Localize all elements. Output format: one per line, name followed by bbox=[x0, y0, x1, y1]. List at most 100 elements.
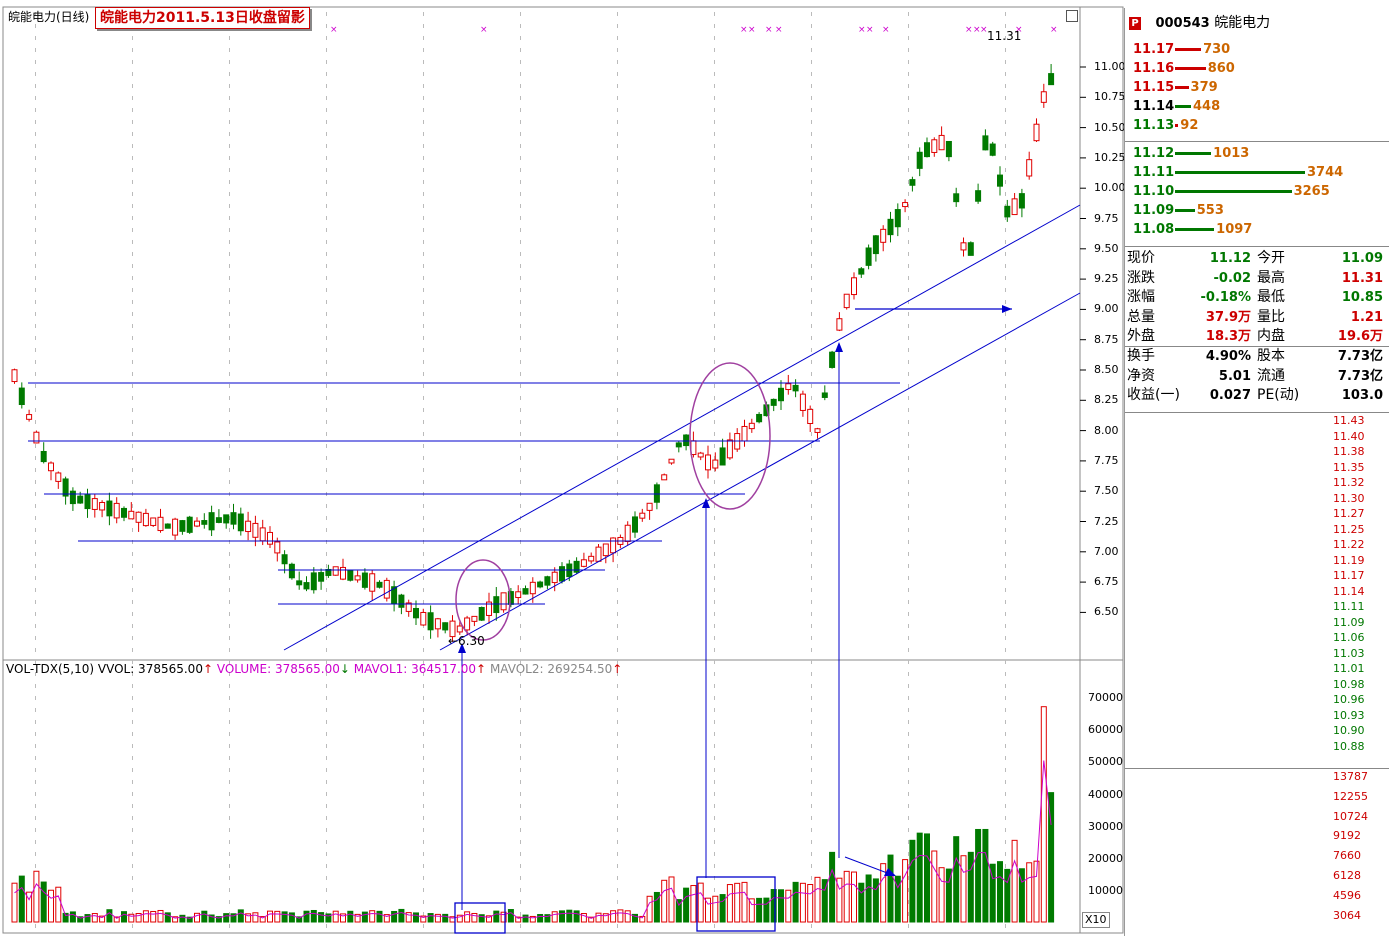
grid-dot bbox=[811, 48, 812, 52]
grid-dot bbox=[423, 744, 424, 748]
grid-dot bbox=[35, 228, 36, 232]
grid-dot bbox=[617, 852, 618, 856]
grid-dot bbox=[132, 372, 133, 376]
candle bbox=[223, 514, 230, 524]
grid-dot bbox=[714, 336, 715, 340]
grid-dot bbox=[423, 228, 424, 232]
grid-dot bbox=[617, 504, 618, 508]
grid-dot bbox=[229, 888, 230, 892]
grid-dot bbox=[908, 216, 909, 220]
grid-dot bbox=[132, 780, 133, 784]
volume-bar bbox=[799, 882, 806, 923]
grid-dot bbox=[1005, 240, 1006, 244]
quote-value: 11.31 bbox=[1341, 270, 1383, 286]
grid-dot bbox=[520, 888, 521, 892]
volume-bar bbox=[697, 882, 704, 923]
quote-value: -0.18% bbox=[1200, 290, 1252, 306]
candle bbox=[982, 135, 989, 151]
grid-dot bbox=[35, 252, 36, 256]
grid-dot bbox=[811, 648, 812, 652]
signal-marker: × bbox=[882, 25, 890, 35]
candle bbox=[471, 615, 478, 622]
stock-code: 000543 bbox=[1155, 16, 1210, 31]
grid-dot bbox=[811, 360, 812, 364]
grid-dot bbox=[811, 756, 812, 760]
grid-dot bbox=[229, 432, 230, 436]
p-icon[interactable]: P bbox=[1129, 16, 1141, 30]
grid-dot bbox=[326, 792, 327, 796]
grid-dot bbox=[1005, 180, 1006, 184]
grid-dot bbox=[811, 828, 812, 832]
candle bbox=[632, 516, 638, 533]
grid-dot bbox=[326, 780, 327, 784]
grid-dot bbox=[229, 396, 230, 400]
grid-dot bbox=[35, 420, 36, 424]
quote-row: 总量 37.9万 量比 1.21 bbox=[1127, 308, 1385, 327]
price-tick: 10.75 bbox=[1094, 90, 1126, 104]
grid-dot bbox=[714, 132, 715, 136]
grid-dot bbox=[1005, 192, 1006, 196]
intraday-tick: 11.30 bbox=[1333, 491, 1365, 505]
candle bbox=[48, 462, 54, 472]
candle bbox=[945, 140, 952, 158]
intraday-tick: 10.93 bbox=[1333, 708, 1365, 722]
candle bbox=[683, 434, 690, 447]
grid-dot bbox=[714, 192, 715, 196]
price-tick: 8.00 bbox=[1094, 423, 1119, 437]
grid-dot bbox=[811, 516, 812, 520]
grid-dot bbox=[520, 108, 521, 112]
grid-dot bbox=[132, 360, 133, 364]
grid-dot bbox=[423, 456, 424, 460]
volume-value: VOLUME: 378565.00 bbox=[216, 662, 340, 676]
grid-dot bbox=[1005, 540, 1006, 544]
volume-bar bbox=[252, 912, 259, 923]
grid-dot bbox=[811, 252, 812, 256]
grid-dot bbox=[423, 552, 424, 556]
grid-dot bbox=[811, 684, 812, 688]
grid-dot bbox=[714, 864, 715, 868]
candle bbox=[916, 151, 923, 169]
grid-dot bbox=[1005, 768, 1006, 772]
ask-bar bbox=[1175, 105, 1191, 108]
grid-dot bbox=[1005, 156, 1006, 160]
grid-dot bbox=[326, 612, 327, 616]
grid-dot bbox=[423, 804, 424, 808]
grid-dot bbox=[229, 96, 230, 100]
grid-dot bbox=[520, 744, 521, 748]
grid-dot bbox=[811, 300, 812, 304]
grid-dot bbox=[1005, 624, 1006, 628]
grid-dot bbox=[229, 720, 230, 724]
grid-dot bbox=[326, 324, 327, 328]
grid-dot bbox=[714, 648, 715, 652]
grid-dot bbox=[714, 780, 715, 784]
quote-row: 净资 5.01 流通 7.73亿 bbox=[1127, 367, 1385, 386]
grid-dot bbox=[811, 468, 812, 472]
grid-dot bbox=[326, 684, 327, 688]
grid-dot bbox=[423, 432, 424, 436]
grid-dot bbox=[617, 192, 618, 196]
grid-dot bbox=[423, 120, 424, 124]
candle bbox=[697, 452, 704, 458]
grid-dot bbox=[132, 888, 133, 892]
restore-icon[interactable] bbox=[1066, 10, 1078, 22]
grid-dot bbox=[714, 828, 715, 832]
bid-volume: 553 bbox=[1196, 203, 1224, 218]
candle bbox=[814, 428, 821, 433]
grid-dot bbox=[326, 396, 327, 400]
grid-dot bbox=[35, 168, 36, 172]
grid-dot bbox=[229, 372, 230, 376]
quote-label: 换手 bbox=[1127, 348, 1155, 364]
volume-bar bbox=[179, 914, 186, 923]
grid-dot bbox=[423, 516, 424, 520]
grid-dot bbox=[714, 396, 715, 400]
grid-dot bbox=[617, 888, 618, 892]
grid-dot bbox=[1005, 444, 1006, 448]
volume-bar bbox=[756, 897, 763, 923]
price-tick: 9.25 bbox=[1094, 272, 1119, 286]
grid-dot bbox=[908, 348, 909, 352]
volume-bar bbox=[332, 910, 339, 923]
grid-dot bbox=[35, 264, 36, 268]
grid-dot bbox=[326, 720, 327, 724]
intraday-tick: 11.27 bbox=[1333, 507, 1365, 520]
grid-dot bbox=[229, 756, 230, 760]
